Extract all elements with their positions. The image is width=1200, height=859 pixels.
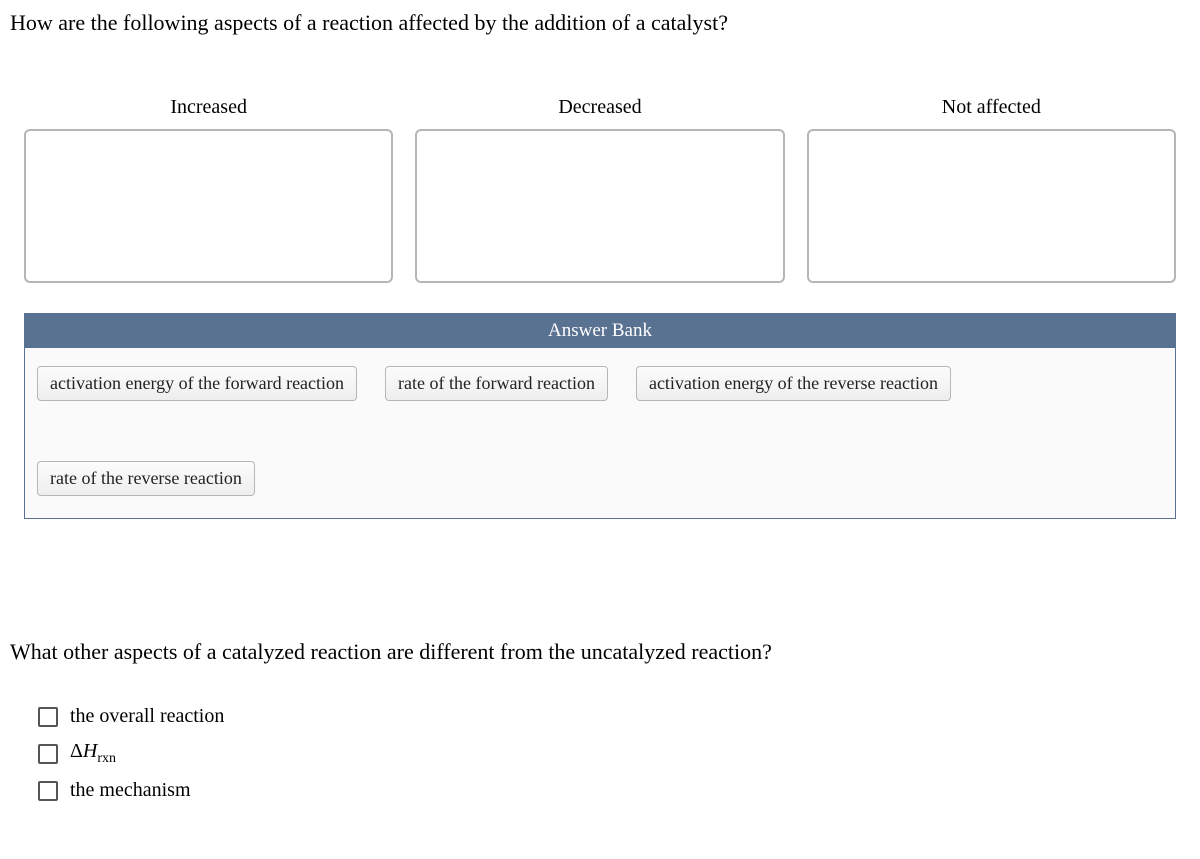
category-decreased: Decreased [415, 96, 784, 283]
chip-rate-forward[interactable]: rate of the forward reaction [385, 366, 608, 401]
option-label: the mechanism [70, 779, 191, 802]
delta-symbol: Δ [70, 740, 83, 762]
option-delta-h[interactable]: ΔHrxn [38, 740, 1190, 767]
options-list: the overall reaction ΔHrxn the mechanism [38, 705, 1190, 802]
category-label-increased: Increased [170, 96, 247, 119]
option-overall-reaction[interactable]: the overall reaction [38, 705, 1190, 728]
checkbox-icon[interactable] [38, 781, 58, 801]
answer-bank-title: Answer Bank [25, 314, 1175, 348]
category-increased: Increased [24, 96, 393, 283]
rxn-subscript: rxn [97, 751, 116, 766]
category-label-not-affected: Not affected [942, 96, 1041, 119]
chip-activation-forward[interactable]: activation energy of the forward reactio… [37, 366, 357, 401]
answer-bank: Answer Bank activation energy of the for… [24, 313, 1176, 519]
option-label: ΔHrxn [70, 740, 116, 767]
dropzone-decreased[interactable] [415, 129, 784, 283]
answer-bank-body: activation energy of the forward reactio… [25, 348, 1175, 518]
question-2-text: What other aspects of a catalyzed reacti… [10, 639, 1190, 665]
h-symbol: H [83, 740, 97, 762]
category-not-affected: Not affected [807, 96, 1176, 283]
chip-activation-reverse[interactable]: activation energy of the reverse reactio… [636, 366, 951, 401]
checkbox-icon[interactable] [38, 744, 58, 764]
dropzone-not-affected[interactable] [807, 129, 1176, 283]
checkbox-icon[interactable] [38, 707, 58, 727]
category-row: Increased Decreased Not affected [24, 96, 1176, 283]
dropzone-increased[interactable] [24, 129, 393, 283]
option-label: the overall reaction [70, 705, 224, 728]
chip-rate-reverse[interactable]: rate of the reverse reaction [37, 461, 255, 496]
option-mechanism[interactable]: the mechanism [38, 779, 1190, 802]
category-label-decreased: Decreased [558, 96, 641, 119]
question-1-text: How are the following aspects of a react… [10, 10, 1190, 36]
